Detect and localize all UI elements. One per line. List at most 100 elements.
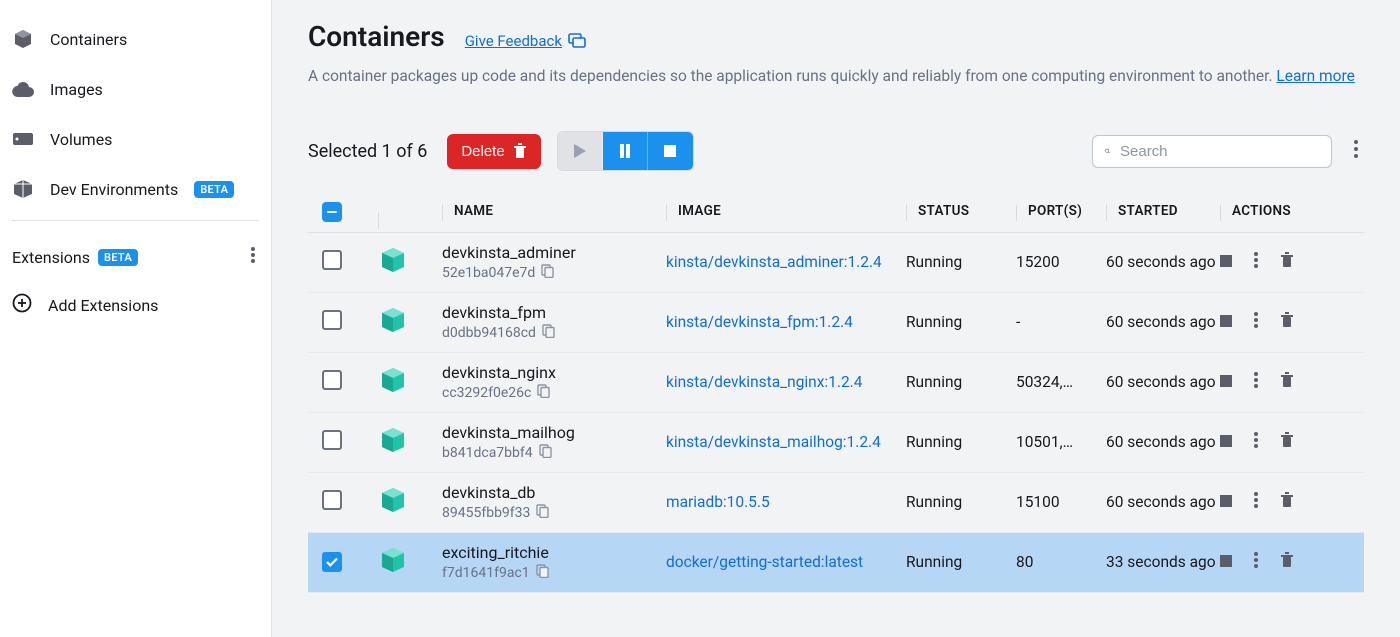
row-checkbox[interactable] — [322, 552, 342, 572]
add-extensions-button[interactable]: Add Extensions — [0, 281, 271, 329]
container-name[interactable]: devkinsta_mailhog — [442, 423, 666, 442]
container-name[interactable]: devkinsta_adminer — [442, 243, 666, 262]
more-vertical-icon — [1354, 140, 1358, 158]
status-text: Running — [906, 493, 962, 511]
row-stop-button[interactable] — [1220, 313, 1232, 331]
started-text: 60 seconds ago — [1106, 433, 1216, 451]
copy-id-button[interactable] — [536, 564, 549, 582]
trash-icon — [1280, 492, 1294, 508]
row-more-button[interactable] — [1254, 312, 1258, 332]
col-image[interactable]: IMAGE — [666, 203, 906, 219]
table-row: devkinsta_adminer 52e1ba047e7d kinsta/de… — [308, 233, 1364, 293]
row-stop-button[interactable] — [1220, 433, 1232, 451]
row-checkbox[interactable] — [322, 370, 342, 390]
container-id: f7d1641f9ac1 — [442, 565, 530, 581]
row-more-button[interactable] — [1254, 432, 1258, 452]
more-vertical-icon — [1254, 252, 1258, 268]
sidebar-item-containers[interactable]: Containers — [0, 16, 271, 62]
image-link[interactable]: kinsta/devkinsta_nginx:1.2.4 — [666, 373, 862, 391]
ports-text: 15100 — [1016, 493, 1060, 511]
toolbar: Selected 1 of 6 Delete — [308, 131, 1364, 171]
stop-icon — [1220, 255, 1232, 267]
col-started[interactable]: STARTED — [1106, 203, 1220, 219]
search-field[interactable] — [1092, 135, 1332, 168]
sidebar-item-label: Images — [50, 80, 103, 99]
row-more-button[interactable] — [1254, 552, 1258, 572]
row-delete-button[interactable] — [1280, 252, 1294, 272]
image-link[interactable]: docker/getting-started:latest — [666, 553, 863, 571]
devenv-icon — [12, 178, 34, 200]
row-stop-button[interactable] — [1220, 493, 1232, 511]
col-ports[interactable]: PORT(S) — [1016, 203, 1106, 219]
subtitle: A container packages up code and its dep… — [308, 67, 1364, 85]
container-name[interactable]: devkinsta_fpm — [442, 303, 666, 322]
container-name[interactable]: devkinsta_nginx — [442, 363, 666, 382]
select-all-checkbox[interactable] — [322, 202, 342, 222]
trash-icon — [1280, 372, 1294, 388]
table-body: devkinsta_adminer 52e1ba047e7d kinsta/de… — [308, 233, 1364, 593]
image-link[interactable]: kinsta/devkinsta_fpm:1.2.4 — [666, 313, 853, 331]
page-title: Containers — [308, 20, 445, 53]
row-more-button[interactable] — [1254, 492, 1258, 512]
row-checkbox[interactable] — [322, 490, 342, 510]
copy-id-button[interactable] — [537, 384, 550, 402]
row-stop-button[interactable] — [1220, 373, 1232, 391]
sidebar-item-label: Containers — [50, 30, 127, 49]
pause-button[interactable] — [603, 132, 648, 170]
sidebar-item-volumes[interactable]: Volumes — [0, 116, 271, 162]
container-name[interactable]: devkinsta_db — [442, 483, 666, 502]
row-delete-button[interactable] — [1280, 372, 1294, 392]
beta-badge: BETA — [194, 181, 234, 198]
row-more-button[interactable] — [1254, 252, 1258, 272]
copy-icon — [537, 384, 550, 398]
row-checkbox[interactable] — [322, 310, 342, 330]
control-button-group — [557, 131, 694, 171]
table-row: devkinsta_fpm d0dbb94168cd kinsta/devkin… — [308, 293, 1364, 353]
row-checkbox[interactable] — [322, 430, 342, 450]
play-icon — [574, 144, 586, 158]
status-text: Running — [906, 553, 962, 571]
row-delete-button[interactable] — [1280, 312, 1294, 332]
status-text: Running — [906, 313, 962, 331]
table-header: NAME IMAGE STATUS PORT(S) STARTED ACTION… — [308, 191, 1364, 233]
play-button[interactable] — [558, 132, 603, 170]
copy-icon — [542, 324, 555, 338]
pause-icon — [619, 144, 631, 158]
sidebar-item-label: Dev Environments — [50, 180, 178, 199]
col-name[interactable]: NAME — [442, 203, 666, 219]
row-stop-button[interactable] — [1220, 553, 1232, 571]
image-link[interactable]: kinsta/devkinsta_adminer:1.2.4 — [666, 253, 882, 271]
row-delete-button[interactable] — [1280, 432, 1294, 452]
row-delete-button[interactable] — [1280, 552, 1294, 572]
stop-button[interactable] — [648, 132, 693, 170]
learn-more-link[interactable]: Learn more — [1276, 67, 1354, 85]
row-checkbox[interactable] — [322, 250, 342, 270]
divider — [12, 220, 259, 221]
extensions-menu-button[interactable] — [247, 243, 259, 271]
container-name[interactable]: exciting_ritchie — [442, 543, 666, 562]
sidebar-extensions-header: Extensions BETA — [0, 233, 271, 281]
sidebar-item-images[interactable]: Images — [0, 66, 271, 112]
containers-table: NAME IMAGE STATUS PORT(S) STARTED ACTION… — [308, 191, 1364, 593]
copy-icon — [541, 264, 554, 278]
plus-circle-icon — [12, 293, 32, 317]
copy-id-button[interactable] — [542, 324, 555, 342]
col-status[interactable]: STATUS — [906, 203, 1016, 219]
more-options-button[interactable] — [1348, 134, 1364, 168]
give-feedback-link[interactable]: Give Feedback — [465, 32, 586, 50]
copy-id-button[interactable] — [536, 504, 549, 522]
main: Containers Give Feedback A container pac… — [272, 0, 1400, 637]
row-delete-button[interactable] — [1280, 492, 1294, 512]
copy-icon — [536, 564, 549, 578]
row-stop-button[interactable] — [1220, 253, 1232, 271]
search-input[interactable] — [1120, 143, 1319, 160]
container-running-icon — [378, 367, 442, 397]
image-link[interactable]: mariadb:10.5.5 — [666, 493, 770, 511]
copy-id-button[interactable] — [541, 264, 554, 282]
delete-button[interactable]: Delete — [447, 134, 540, 169]
row-more-button[interactable] — [1254, 372, 1258, 392]
copy-id-button[interactable] — [539, 444, 552, 462]
sidebar-item-dev-environments[interactable]: Dev Environments BETA — [0, 166, 271, 212]
add-extensions-label: Add Extensions — [48, 296, 158, 315]
image-link[interactable]: kinsta/devkinsta_mailhog:1.2.4 — [666, 433, 881, 451]
